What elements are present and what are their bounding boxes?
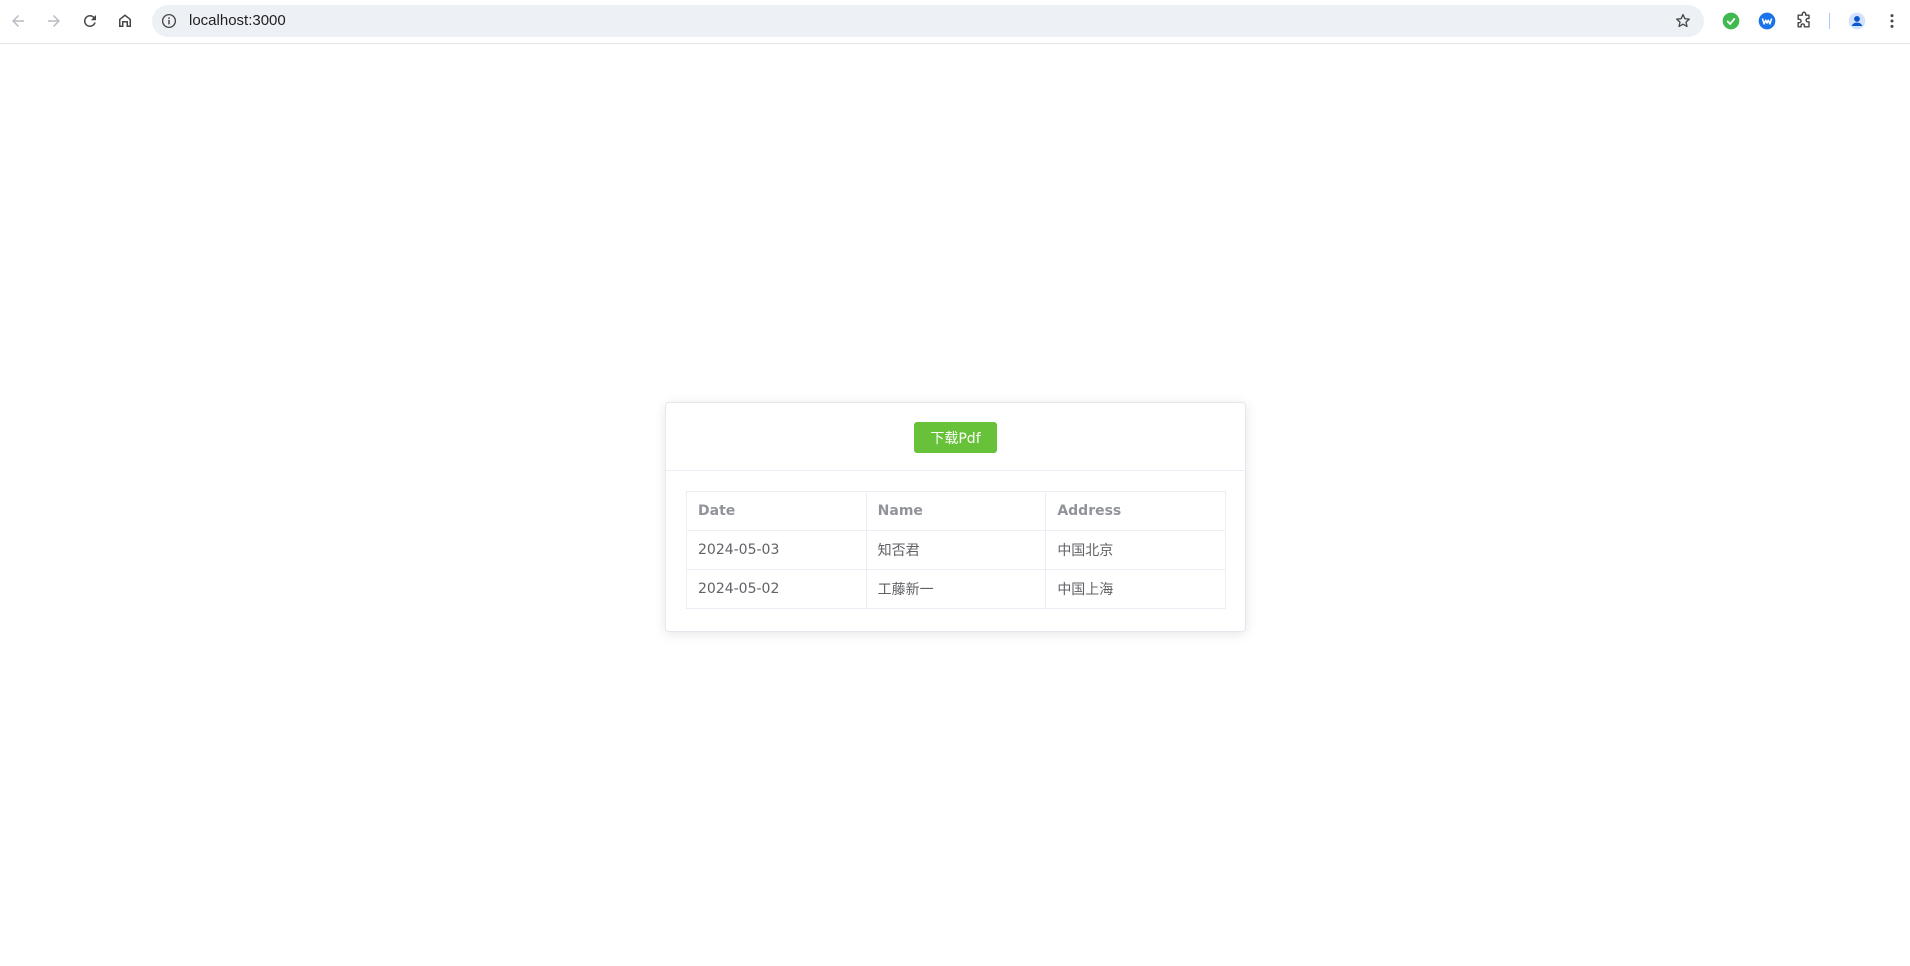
forward-button[interactable] bbox=[40, 7, 68, 35]
home-button[interactable] bbox=[111, 7, 139, 35]
download-pdf-button[interactable]: 下载Pdf bbox=[914, 422, 997, 453]
cell-address: 中国上海 bbox=[1045, 569, 1226, 609]
site-info-icon[interactable] bbox=[160, 12, 178, 30]
back-button[interactable] bbox=[4, 7, 32, 35]
column-header-address: Address bbox=[1045, 491, 1226, 531]
back-arrow-icon bbox=[12, 15, 24, 27]
cell-name: 工藤新一 bbox=[865, 569, 1047, 609]
reload-icon bbox=[83, 14, 96, 27]
address-bar[interactable]: localhost:3000 bbox=[152, 5, 1704, 37]
home-icon bbox=[119, 14, 131, 27]
browser-toolbar: localhost:3000 bbox=[0, 0, 1910, 44]
table-row: 2024-05-03 知否君 中国北京 bbox=[686, 530, 1226, 570]
toolbar-divider bbox=[1829, 13, 1830, 29]
column-header-name: Name bbox=[865, 491, 1047, 531]
cell-address: 中国北京 bbox=[1045, 530, 1226, 570]
data-table: Date Name Address 2024-05-03 知否君 中国北京 20… bbox=[686, 491, 1226, 609]
profile-avatar-icon[interactable] bbox=[1847, 11, 1867, 31]
extension-blue-w-icon[interactable] bbox=[1757, 11, 1777, 31]
pdf-card: 下载Pdf Date Name Address 2024-05-03 知否君 中… bbox=[665, 402, 1246, 632]
url-text[interactable]: localhost:3000 bbox=[189, 13, 286, 29]
cell-date: 2024-05-02 bbox=[686, 569, 867, 609]
column-header-date: Date bbox=[686, 491, 867, 531]
browser-menu-icon[interactable] bbox=[1882, 11, 1902, 31]
bookmark-star-icon[interactable] bbox=[1674, 12, 1692, 30]
forward-arrow-icon bbox=[48, 15, 60, 27]
card-header: 下载Pdf bbox=[666, 403, 1245, 471]
cell-date: 2024-05-03 bbox=[686, 530, 867, 570]
table-header-row: Date Name Address bbox=[686, 491, 1226, 531]
cell-name: 知否君 bbox=[865, 530, 1047, 570]
extensions-puzzle-icon[interactable] bbox=[1794, 11, 1814, 31]
reload-button[interactable] bbox=[76, 7, 104, 35]
table-row: 2024-05-02 工藤新一 中国上海 bbox=[686, 569, 1226, 609]
extension-green-check-icon[interactable] bbox=[1721, 11, 1741, 31]
card-body: Date Name Address 2024-05-03 知否君 中国北京 20… bbox=[666, 471, 1245, 629]
